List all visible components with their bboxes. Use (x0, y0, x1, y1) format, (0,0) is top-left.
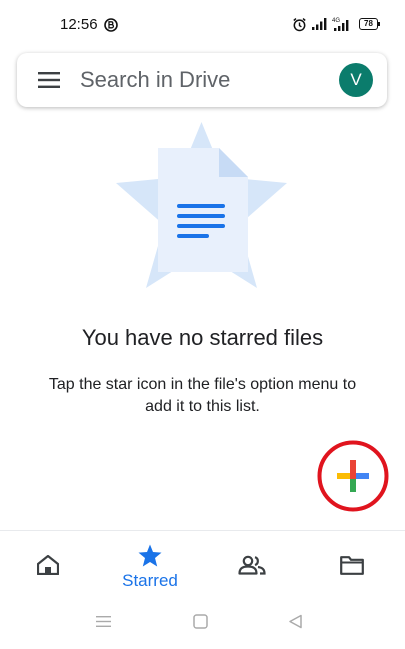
search-bar[interactable]: Search in Drive V (17, 53, 387, 107)
home-icon (37, 555, 59, 575)
search-input[interactable]: Search in Drive (80, 67, 230, 93)
bottom-navigation: Starred (0, 530, 405, 601)
avatar-initial: V (350, 70, 362, 89)
nav-files[interactable] (302, 531, 405, 601)
recent-apps-icon[interactable] (96, 615, 111, 628)
battery-level: 78 (364, 19, 373, 28)
status-bar: 12:56 4G 78 (0, 0, 405, 50)
people-icon (238, 555, 266, 575)
folder-icon (340, 556, 364, 575)
starred-document-illustration (116, 122, 287, 288)
nav-starred[interactable]: Starred (98, 531, 202, 601)
new-button[interactable] (333, 456, 373, 496)
alarm-icon (293, 18, 306, 32)
empty-state-title: You have no starred files (81, 325, 324, 350)
avatar[interactable]: V (339, 63, 373, 97)
nav-home[interactable] (0, 531, 96, 601)
status-time: 12:56 (60, 16, 98, 33)
home-button-icon[interactable] (193, 614, 208, 629)
battery-icon: 78 (359, 18, 378, 30)
plus-icon (337, 460, 369, 492)
signal-4g-icon: 4G (332, 18, 349, 31)
signal-icon (312, 18, 327, 30)
battery-tip (378, 22, 380, 26)
svg-text:4G: 4G (332, 18, 340, 24)
system-navigation-bar (0, 600, 405, 649)
menu-icon[interactable] (38, 72, 60, 88)
back-icon[interactable] (288, 614, 303, 629)
nav-starred-label: Starred (122, 571, 178, 590)
empty-state-description: Tap the star icon in the file's option m… (48, 376, 357, 415)
star-icon (138, 544, 162, 567)
notification-b-icon (104, 18, 118, 32)
nav-shared[interactable] (202, 531, 302, 601)
